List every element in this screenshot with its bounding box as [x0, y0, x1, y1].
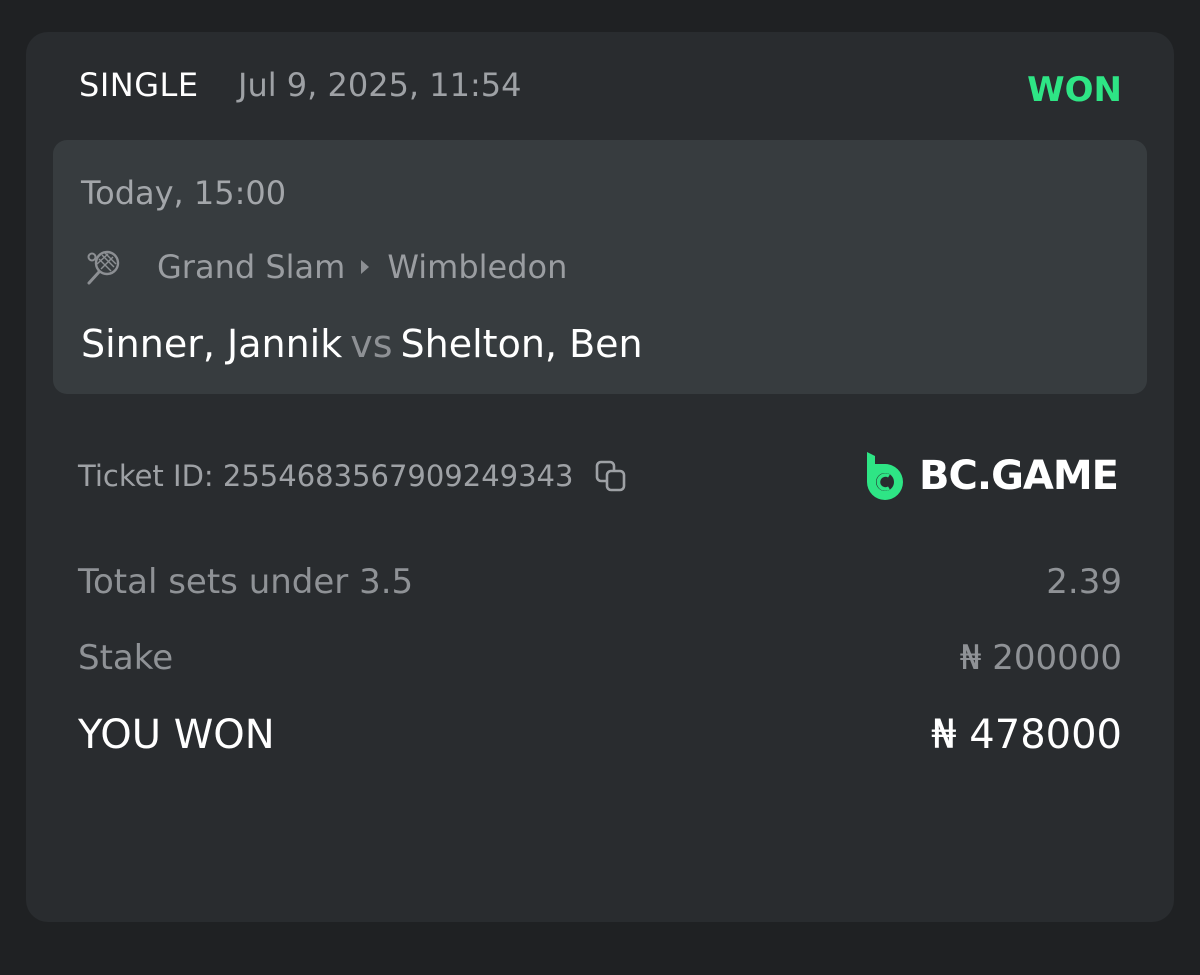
copy-icon[interactable]: [593, 458, 629, 494]
market-odds: 2.39: [1046, 562, 1122, 602]
home-player: Sinner, Jannik: [81, 322, 343, 366]
away-player: Shelton, Ben: [400, 322, 643, 366]
ticket-id-text: Ticket ID: 2554683567909249343: [78, 459, 574, 493]
market-name: Total sets under 3.5: [78, 562, 414, 602]
event-panel[interactable]: Today, 15:00 Grand Slam Wimbledon Sinner…: [53, 140, 1147, 394]
ticket-id: Ticket ID: 2554683567909249343: [78, 458, 629, 494]
caret-right-icon: [361, 260, 370, 274]
status-badge: WON: [1027, 70, 1122, 110]
payout-row: YOU WON ₦ 478000: [78, 712, 1122, 758]
stake-label: Stake: [78, 638, 174, 678]
event-time: Today, 15:00: [81, 174, 287, 212]
market-row: Total sets under 3.5 2.39: [78, 562, 1122, 602]
event-tournament: Wimbledon: [387, 248, 568, 286]
payout-value: ₦ 478000: [931, 712, 1122, 758]
stake-value: ₦ 200000: [959, 638, 1122, 678]
bet-type: SINGLE: [79, 66, 199, 104]
vs-label: vs: [350, 322, 393, 366]
event-category: Grand Slam: [157, 248, 346, 286]
bc-game-logo-icon: [867, 452, 904, 500]
event-breadcrumb: Grand Slam Wimbledon: [157, 248, 567, 286]
brand-logo: BC.GAME: [861, 448, 1119, 504]
payout-label: YOU WON: [78, 712, 275, 758]
stake-row: Stake ₦ 200000: [78, 638, 1122, 678]
match-title: Sinner, Jannik vs Shelton, Ben: [81, 322, 643, 366]
bet-date: Jul 9, 2025, 11:54: [238, 66, 522, 104]
brand-name: BC.GAME: [919, 453, 1119, 499]
tennis-racket-icon: [87, 250, 120, 285]
bet-slip-card: SINGLE Jul 9, 2025, 11:54 WON Today, 15:…: [26, 32, 1174, 922]
